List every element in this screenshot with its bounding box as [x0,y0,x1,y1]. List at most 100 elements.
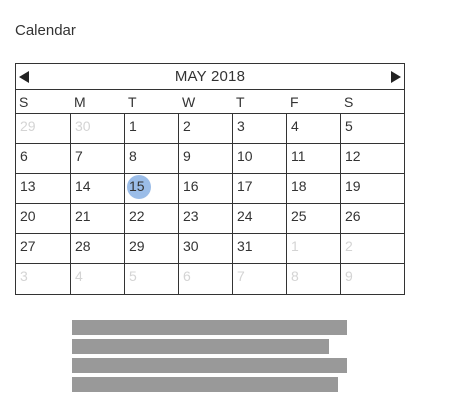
day-number: 15 [129,178,145,194]
day-number: 3 [20,268,28,284]
day-number: 16 [183,178,199,194]
week-row: 20 21 22 23 24 25 26 [16,204,404,234]
day-cell[interactable]: 4 [287,114,341,143]
day-cell[interactable]: 19 [341,174,395,203]
day-number: 9 [345,268,353,284]
day-number: 31 [237,238,253,254]
triangle-right-icon [391,71,401,83]
day-number: 19 [345,178,361,194]
day-cell[interactable]: 23 [179,204,233,233]
week-row: 29 30 1 2 3 4 5 [16,114,404,144]
day-number: 28 [75,238,91,254]
weekday-label: W [182,94,196,110]
weekday-label: M [74,94,86,110]
day-cell[interactable]: 6 [16,144,71,173]
day-cell[interactable]: 1 [125,114,179,143]
day-cell-selected[interactable]: 15 [125,174,179,203]
day-number: 2 [183,118,191,134]
redacted-line [72,358,347,373]
day-number: 7 [237,268,245,284]
day-number: 29 [129,238,145,254]
day-number: 10 [237,148,253,164]
next-month-button[interactable] [389,70,403,84]
weekday-label: T [236,94,245,110]
redacted-text-block [72,320,347,396]
day-number: 7 [75,148,83,164]
day-number: 8 [129,148,137,164]
day-cell[interactable]: 2 [179,114,233,143]
week-row: 13 14 15 16 17 18 19 [16,174,404,204]
day-number: 27 [20,238,36,254]
day-cell[interactable]: 26 [341,204,395,233]
day-number: 4 [75,268,83,284]
day-number: 17 [237,178,253,194]
day-cell[interactable]: 6 [179,264,233,294]
day-cell[interactable]: 7 [233,264,287,294]
day-cell[interactable]: 3 [233,114,287,143]
day-cell[interactable]: 5 [125,264,179,294]
page-title: Calendar [15,22,76,39]
day-cell[interactable]: 25 [287,204,341,233]
day-cell[interactable]: 13 [16,174,71,203]
day-number: 8 [291,268,299,284]
day-number: 21 [75,208,91,224]
day-cell[interactable]: 4 [71,264,125,294]
day-cell[interactable]: 8 [287,264,341,294]
weekday-label: T [128,94,137,110]
day-cell[interactable]: 21 [71,204,125,233]
day-cell[interactable]: 11 [287,144,341,173]
day-cell[interactable]: 9 [179,144,233,173]
day-number: 2 [345,238,353,254]
day-cell[interactable]: 20 [16,204,71,233]
day-cell[interactable]: 3 [16,264,71,294]
day-cell[interactable]: 9 [341,264,395,294]
redacted-line [72,377,338,392]
day-number: 25 [291,208,307,224]
day-cell[interactable]: 29 [16,114,71,143]
day-number: 30 [75,118,91,134]
day-cell[interactable]: 10 [233,144,287,173]
day-number: 3 [237,118,245,134]
month-label: MAY 2018 [174,68,246,85]
day-cell[interactable]: 2 [341,234,395,263]
day-number: 5 [129,268,137,284]
day-number: 14 [75,178,91,194]
day-cell[interactable]: 31 [233,234,287,263]
day-cell[interactable]: 7 [71,144,125,173]
day-cell[interactable]: 27 [16,234,71,263]
day-cell[interactable]: 5 [341,114,395,143]
day-cell[interactable]: 29 [125,234,179,263]
day-number: 9 [183,148,191,164]
day-cell[interactable]: 16 [179,174,233,203]
day-cell[interactable]: 17 [233,174,287,203]
week-row: 3 4 5 6 7 8 9 [16,264,404,294]
redacted-line [72,339,329,354]
day-number: 13 [20,178,36,194]
day-cell[interactable]: 8 [125,144,179,173]
weekday-label: F [290,94,299,110]
day-cell[interactable]: 24 [233,204,287,233]
day-cell[interactable]: 30 [179,234,233,263]
day-number: 20 [20,208,36,224]
day-cell[interactable]: 14 [71,174,125,203]
day-number: 6 [183,268,191,284]
day-number: 23 [183,208,199,224]
day-number: 26 [345,208,361,224]
day-number: 11 [291,148,306,164]
day-number: 29 [20,118,36,134]
day-number: 6 [20,148,28,164]
day-cell[interactable]: 30 [71,114,125,143]
day-number: 30 [183,238,199,254]
day-cell[interactable]: 1 [287,234,341,263]
day-number: 22 [129,208,145,224]
day-number: 5 [345,118,353,134]
weekday-label: S [19,94,29,110]
day-cell[interactable]: 22 [125,204,179,233]
weekday-label: S [344,94,354,110]
calendar-header: MAY 2018 [16,64,404,90]
day-number: 18 [291,178,307,194]
day-cell[interactable]: 12 [341,144,395,173]
day-number: 24 [237,208,253,224]
day-cell[interactable]: 28 [71,234,125,263]
day-cell[interactable]: 18 [287,174,341,203]
